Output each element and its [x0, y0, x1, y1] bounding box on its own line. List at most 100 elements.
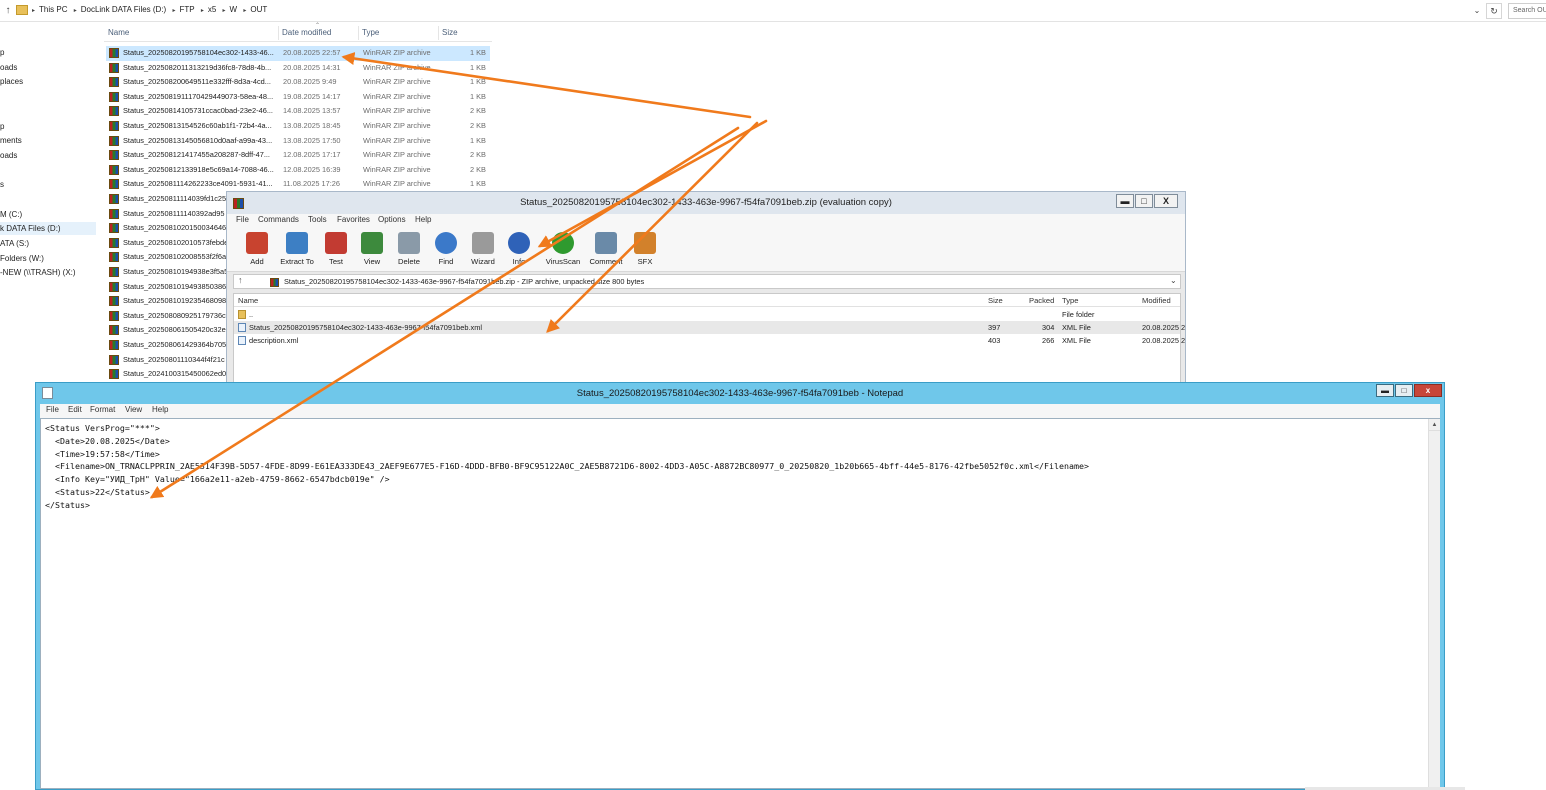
breadcrumb-ftp[interactable]: FTP	[179, 1, 194, 19]
nav-item[interactable]: Folders (W:)	[0, 252, 44, 265]
toolbar-button-info[interactable]: Info	[499, 230, 539, 268]
file-row[interactable]: Status_20250811142622​33ce4091-5931-41..…	[106, 177, 490, 192]
up-arrow-icon[interactable]: ↑	[238, 275, 243, 285]
nav-item[interactable]: oads	[0, 149, 17, 162]
breadcrumb-drive[interactable]: DocLink DATA Files (D:)	[81, 1, 167, 19]
chevron-down-icon[interactable]: ⌄	[1170, 276, 1177, 285]
menu-edit[interactable]: Edit	[68, 405, 82, 414]
file-date: 13.08.2025 17:50	[283, 135, 341, 145]
file-name: Status_20250813145056810d0aaf-a99a-43...	[123, 135, 273, 145]
menu-options[interactable]: Options	[378, 215, 406, 224]
archive-icon	[270, 278, 279, 287]
menu-help[interactable]: Help	[415, 215, 431, 224]
column-type[interactable]: Type	[1062, 296, 1078, 305]
minimize-button[interactable]: ▬	[1116, 194, 1134, 208]
nav-item[interactable]: p	[0, 120, 4, 133]
menu-file[interactable]: File	[236, 215, 249, 224]
archive-row[interactable]: description.xml 403 266 XML File 20.08.2025 …	[234, 334, 1185, 347]
file-row[interactable]: Status_20250813154526c60ab1f1-72b4-4a...…	[106, 119, 490, 134]
breadcrumb-out[interactable]: OUT	[250, 1, 267, 19]
zip-archive-icon	[109, 121, 119, 131]
breadcrumb-this-pc[interactable]: This PC	[39, 1, 67, 19]
minimize-button[interactable]: ▬	[1376, 384, 1394, 397]
file-name: Status_20250814105731ccac0bad-23e2-46...	[123, 106, 273, 116]
sfx-box-icon	[634, 232, 656, 254]
file-name: Status_20250812133918e5c69a14-7088-46...	[123, 164, 274, 174]
maximize-button[interactable]: □	[1395, 384, 1413, 397]
nav-item-selected[interactable]: k DATA Files (D:)	[0, 222, 96, 235]
close-button[interactable]: X	[1154, 194, 1178, 208]
file-row[interactable]: Status_20250820113132​19d36fc8-78d8-4b..…	[106, 61, 490, 76]
archive-row[interactable]: Status_20250820195758104ec302-1433-463e-…	[234, 321, 1185, 334]
file-row[interactable]: Status_20250814105731ccac0bad-23e2-46...…	[106, 104, 490, 119]
menu-view[interactable]: View	[125, 405, 142, 414]
nav-item[interactable]: ATA (S:)	[0, 237, 29, 250]
nav-item[interactable]: p	[0, 46, 4, 59]
column-divider[interactable]	[358, 26, 359, 40]
navigation-pane: p oads places p ments oads s M (C:) k DA…	[0, 28, 100, 288]
comment-icon	[595, 232, 617, 254]
text-line: <Date>20.08.2025</Date>	[45, 435, 170, 446]
maximize-button[interactable]: □	[1135, 194, 1153, 208]
nav-item[interactable]: oads	[0, 61, 17, 74]
text-line: </Status>	[45, 499, 90, 510]
file-row[interactable]: Status_20250819111704294490​73-58ea-48..…	[106, 90, 490, 105]
menu-tools[interactable]: Tools	[308, 215, 327, 224]
text-editor[interactable]: <Status VersProg="***"> <Date>20.08.2025…	[40, 418, 1440, 789]
file-row[interactable]: Status_20250820195758104ec302-1433-46...…	[106, 46, 490, 61]
nav-item[interactable]: ments	[0, 134, 22, 147]
menu-commands[interactable]: Commands	[258, 215, 299, 224]
menu-format[interactable]: Format	[90, 405, 115, 414]
toolbar-button-sfx[interactable]: SFX	[625, 230, 665, 268]
file-row[interactable]: Status_20250813145056810d0aaf-a99a-43...…	[106, 134, 490, 149]
archive-path-bar[interactable]: ↑ Status_20250820195758104ec302-1433-463…	[233, 274, 1181, 289]
zip-archive-icon	[109, 237, 119, 248]
notepad-title-bar[interactable]: Status_20250820195758104ec302-1433-463e-…	[36, 383, 1444, 403]
nav-item[interactable]: s	[0, 178, 4, 191]
file-row[interactable]: Status_20250820064951​1e332fff-8d3a-4cd.…	[106, 75, 490, 90]
menu-file[interactable]: File	[46, 405, 59, 414]
file-name: Status_20250812141745​5a208287-8dff-47..…	[123, 150, 270, 160]
up-arrow-icon[interactable]: ↑	[2, 4, 14, 18]
scroll-up-icon[interactable]: ▲	[1429, 419, 1440, 431]
archive-list-header: Name Size Packed Type Modified	[234, 294, 1180, 307]
file-row[interactable]: Status_20250812141745​5a208287-8dff-47..…	[106, 148, 490, 163]
menu-help[interactable]: Help	[152, 405, 168, 414]
file-row[interactable]: Status_20250812133918e5c69a14-7088-46...…	[106, 163, 490, 178]
column-name[interactable]: Name	[108, 28, 129, 37]
winrar-title-bar[interactable]: Status_20250820195758104ec302-1433-463e-…	[227, 192, 1185, 214]
address-bar[interactable]: ↑ ▸ This PC ▸ DocLink DATA Files (D:) ▸ FTP…	[0, 0, 1546, 22]
nav-item[interactable]: M (C:)	[0, 208, 22, 221]
breadcrumb-w[interactable]: W	[230, 1, 238, 19]
folder-icon	[238, 310, 246, 319]
column-size[interactable]: Size	[442, 28, 458, 37]
file-size: 2 KB	[469, 106, 486, 116]
zip-archive-icon	[109, 310, 119, 321]
zip-archive-icon	[109, 223, 119, 234]
sort-indicator-icon: ⌃	[315, 23, 321, 29]
archive-item-modified: 20.08.2025 2	[1142, 323, 1186, 332]
vertical-scrollbar[interactable]: ▲	[1428, 419, 1440, 788]
editor-content[interactable]: <Status VersProg="***"> <Date>20.08.2025…	[45, 422, 1089, 512]
view-book-icon	[361, 232, 383, 254]
column-name[interactable]: Name	[238, 296, 258, 305]
close-button[interactable]: x	[1414, 384, 1442, 397]
column-size[interactable]: Size	[988, 296, 1003, 305]
menu-favorites[interactable]: Favorites	[337, 215, 370, 224]
column-date-modified[interactable]: Date modified	[282, 28, 331, 37]
breadcrumb[interactable]: ▸ This PC ▸ DocLink DATA Files (D:) ▸ FTP ▸…	[30, 1, 269, 19]
column-modified[interactable]: Modified	[1142, 296, 1171, 305]
nav-item[interactable]: places	[0, 75, 23, 88]
refresh-icon[interactable]: ↻	[1486, 3, 1502, 19]
nav-item[interactable]: -NEW (\\TRASH) (X:)	[0, 266, 76, 279]
breadcrumb-x5[interactable]: x5	[208, 1, 216, 19]
chevron-down-icon[interactable]: ⌄	[1470, 4, 1484, 18]
column-divider[interactable]	[438, 26, 439, 40]
archive-row[interactable]: .. File folder	[234, 308, 1180, 321]
toolbar-button-virusscan[interactable]: VirusScan	[543, 230, 583, 268]
file-type: WinRAR ZIP archive	[363, 91, 431, 101]
search-input[interactable]: Search OUT	[1508, 3, 1546, 19]
column-divider[interactable]	[278, 26, 279, 40]
column-type[interactable]: Type	[362, 28, 379, 37]
column-packed[interactable]: Packed	[1029, 296, 1054, 305]
